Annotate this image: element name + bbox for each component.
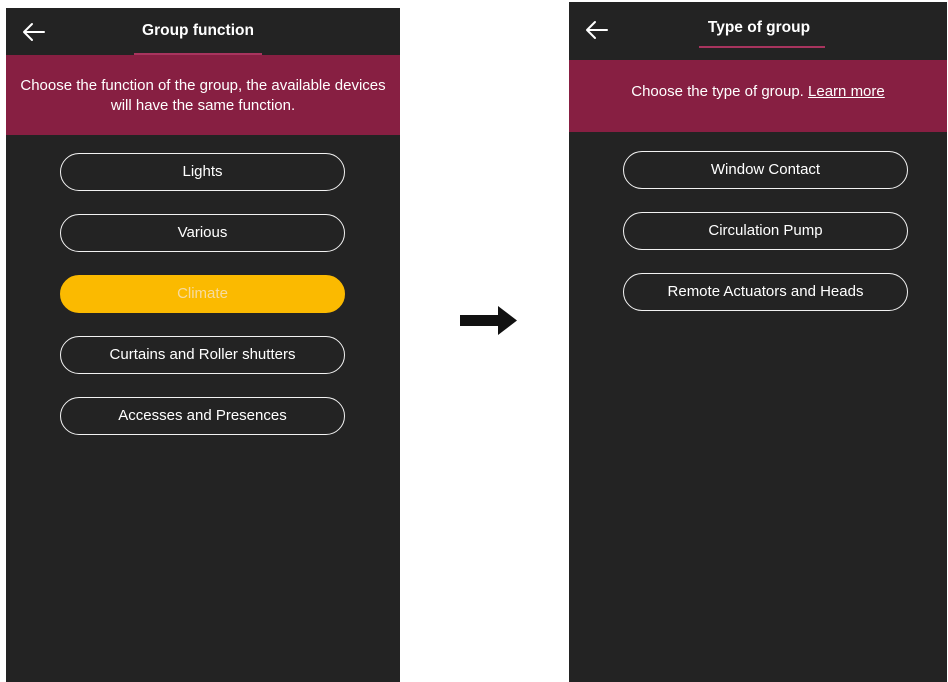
back-arrow-icon[interactable]	[583, 16, 611, 44]
option-climate[interactable]: Climate	[60, 275, 345, 313]
option-remote-actuators-and-heads[interactable]: Remote Actuators and Heads	[623, 273, 908, 311]
option-curtains-and-roller-shutters[interactable]: Curtains and Roller shutters	[60, 336, 345, 374]
back-arrow-icon[interactable]	[20, 18, 48, 46]
option-window-contact[interactable]: Window Contact	[623, 151, 908, 189]
top-bar: Type of group	[569, 2, 947, 48]
description-banner: Choose the type of group. Learn more	[569, 60, 947, 132]
option-various[interactable]: Various	[60, 214, 345, 252]
page-title: Type of group	[707, 19, 811, 36]
option-lights[interactable]: Lights	[60, 153, 345, 191]
page-title: Group function	[142, 22, 254, 39]
description-text: Choose the type of group.	[631, 83, 804, 100]
option-accesses-and-presences[interactable]: Accesses and Presences	[60, 397, 345, 435]
arrow-right-icon	[460, 306, 517, 335]
top-bar: Group function	[6, 8, 400, 55]
description-banner: Choose the function of the group, the av…	[6, 55, 400, 135]
description-text: Choose the function of the group, the av…	[20, 77, 386, 114]
learn-more-link[interactable]: Learn more	[808, 83, 885, 100]
title-underline	[699, 46, 825, 48]
type-of-group-screen: Type of group Choose the type of group. …	[569, 2, 947, 682]
group-function-screen: Group function Choose the function of th…	[6, 8, 400, 682]
option-circulation-pump[interactable]: Circulation Pump	[623, 212, 908, 250]
